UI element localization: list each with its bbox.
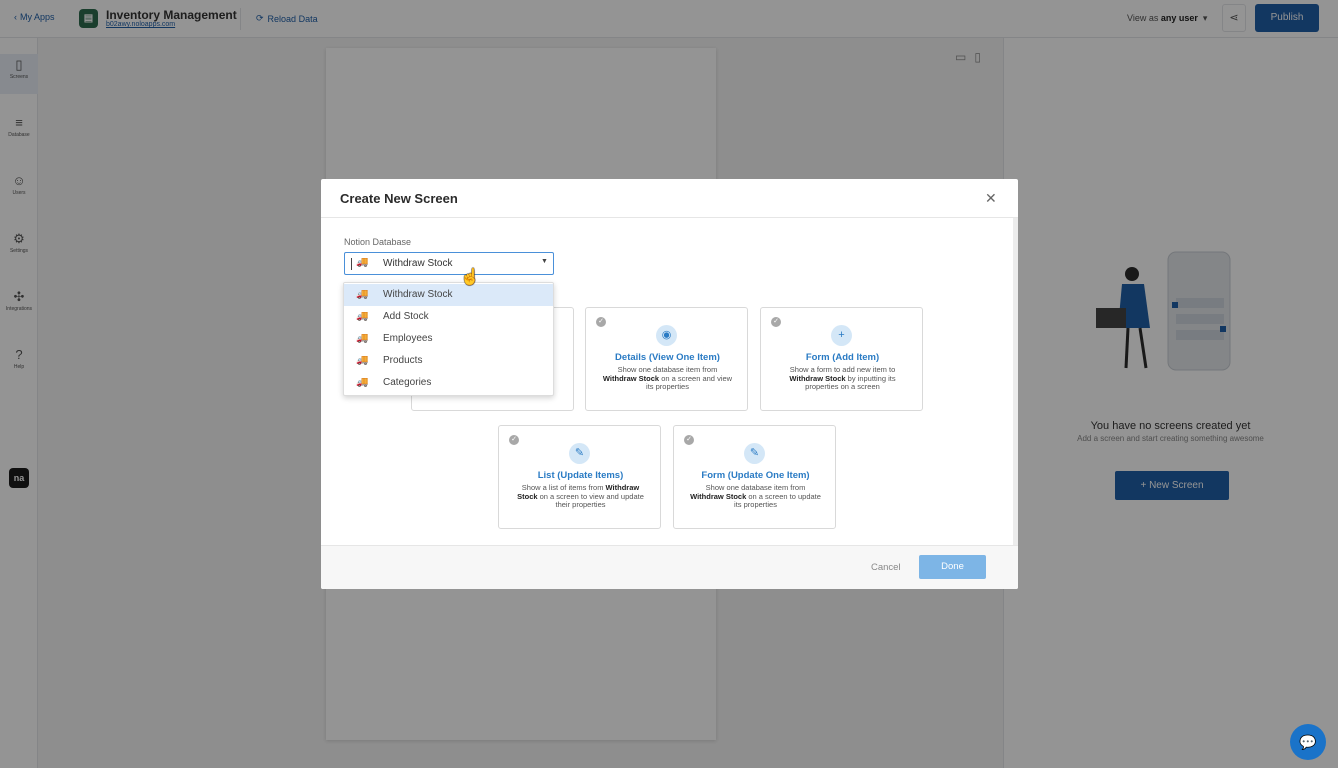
database-select[interactable]: 🚚 Withdraw Stock ▼ — [344, 252, 554, 275]
option-label: Products — [383, 355, 423, 366]
template-card-details[interactable]: ✓ ◉ Details (View One Item) Show one dat… — [585, 307, 748, 411]
option-label: Withdraw Stock — [383, 289, 453, 300]
check-icon: ✓ — [771, 317, 781, 327]
truck-icon: 🚚 — [356, 377, 369, 388]
dropdown-option[interactable]: 🚚 Products — [344, 350, 553, 372]
pencil-icon: ✎ — [744, 443, 765, 464]
truck-icon: 🚚 — [356, 257, 369, 268]
create-screen-modal: Create New Screen ✕ Notion Database 🚚 Wi… — [321, 179, 1018, 589]
template-card-form-add[interactable]: ✓ + Form (Add Item) Show a form to add n… — [760, 307, 923, 411]
done-button[interactable]: Done — [919, 555, 986, 579]
truck-icon: 🚚 — [356, 289, 369, 300]
card-title: Form (Update One Item) — [701, 470, 810, 481]
card-title: Form (Add Item) — [805, 352, 880, 363]
chevron-down-icon: ▼ — [541, 258, 548, 265]
eye-icon: ◉ — [656, 325, 677, 346]
truck-icon: 🚚 — [356, 333, 369, 344]
text-cursor — [351, 258, 352, 270]
template-card-form-update[interactable]: ✓ ✎ Form (Update One Item) Show one data… — [673, 425, 836, 529]
cancel-button[interactable]: Cancel — [871, 562, 901, 573]
card-description: Show one database item from Withdraw Sto… — [690, 483, 821, 510]
dropdown-option[interactable]: 🚚 Employees — [344, 328, 553, 350]
template-card-list-update[interactable]: ✓ ✎ List (Update Items) Show a list of i… — [498, 425, 661, 529]
option-label: Add Stock — [383, 311, 429, 322]
truck-icon: 🚚 — [356, 355, 369, 366]
pencil-icon: ✎ — [569, 443, 590, 464]
truck-icon: 🚚 — [356, 311, 369, 322]
database-dropdown-list: 🚚 Withdraw Stock 🚚 Add Stock 🚚 Employees… — [343, 282, 554, 396]
database-field-label: Notion Database — [344, 237, 412, 247]
hand-cursor-icon: ☝ — [460, 269, 480, 286]
card-description: Show a form to add new item to Withdraw … — [789, 365, 896, 392]
check-icon: ✓ — [684, 435, 694, 445]
close-icon[interactable]: ✕ — [985, 190, 997, 207]
database-select-value: Withdraw Stock — [383, 258, 453, 269]
modal-header: Create New Screen ✕ — [321, 179, 1018, 218]
check-icon: ✓ — [509, 435, 519, 445]
dropdown-option[interactable]: 🚚 Categories — [344, 372, 553, 394]
check-icon: ✓ — [596, 317, 606, 327]
modal-footer: Cancel Done — [321, 545, 1018, 589]
plus-icon: + — [831, 325, 852, 346]
card-title: Details (View One Item) — [615, 352, 720, 363]
modal-title: Create New Screen — [340, 191, 458, 206]
dropdown-option[interactable]: 🚚 Withdraw Stock — [344, 284, 553, 306]
dropdown-option[interactable]: 🚚 Add Stock — [344, 306, 553, 328]
option-label: Employees — [383, 333, 433, 344]
option-label: Categories — [383, 377, 432, 388]
modal-scrollbar[interactable] — [1013, 218, 1018, 545]
chat-support-icon[interactable]: 💬 — [1290, 724, 1326, 760]
card-title: List (Update Items) — [537, 470, 624, 481]
card-description: Show one database item from Withdraw Sto… — [602, 365, 733, 392]
card-description: Show a list of items from Withdraw Stock… — [517, 483, 644, 510]
